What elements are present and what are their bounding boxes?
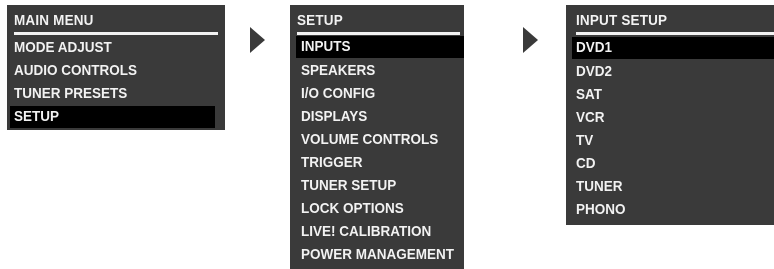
input-setup-menu-title: INPUT SETUP — [576, 12, 668, 29]
setup-menu-item-io-config[interactable]: I/O CONFIG — [301, 83, 384, 105]
input-setup-item-tv[interactable]: TV — [576, 130, 595, 152]
setup-menu-title: SETUP — [297, 12, 343, 29]
setup-menu-item-power-management[interactable]: POWER MANAGEMENT — [301, 244, 471, 266]
input-setup-menu-panel: INPUT SETUP DVD1 DVD2 SAT VCR TV CD TUNE… — [566, 5, 774, 225]
main-menu-panel: MAIN MENU MODE ADJUST AUDIO CONTROLS TUN… — [7, 5, 225, 130]
input-setup-menu-title-rule — [576, 32, 774, 35]
setup-menu-item-displays[interactable]: DISPLAYS — [301, 106, 375, 128]
main-menu-title: MAIN MENU — [14, 12, 94, 29]
setup-menu-item-speakers[interactable]: SPEAKERS — [301, 60, 384, 82]
input-setup-item-phono[interactable]: PHONO — [576, 199, 631, 221]
input-setup-item-vcr[interactable]: VCR — [576, 107, 608, 129]
setup-menu-item-volume-controls[interactable]: VOLUME CONTROLS — [301, 129, 454, 151]
setup-menu-item-tuner-setup[interactable]: TUNER SETUP — [301, 175, 407, 197]
input-setup-item-dvd2[interactable]: DVD2 — [576, 61, 616, 83]
input-setup-item-sat[interactable]: SAT — [576, 84, 605, 106]
triangle-right-icon — [523, 27, 538, 53]
triangle-right-icon — [250, 27, 265, 53]
input-setup-item-dvd1[interactable]: DVD1 — [572, 37, 774, 59]
main-menu-item-mode-adjust[interactable]: MODE ADJUST — [14, 37, 218, 59]
main-menu-item-tuner-presets[interactable]: TUNER PRESETS — [14, 83, 218, 105]
main-menu-title-rule — [14, 32, 218, 35]
input-setup-item-tuner[interactable]: TUNER — [576, 176, 628, 198]
setup-menu-item-trigger[interactable]: TRIGGER — [301, 152, 369, 174]
main-menu-item-setup[interactable]: SETUP — [10, 106, 215, 128]
setup-menu-item-live-calibration[interactable]: LIVE! CALIBRATION — [301, 221, 446, 243]
main-menu-item-audio-controls[interactable]: AUDIO CONTROLS — [14, 60, 218, 82]
setup-menu-item-lock-options[interactable]: LOCK OPTIONS — [301, 198, 415, 220]
input-setup-item-cd[interactable]: CD — [576, 153, 598, 175]
setup-menu-panel: SETUP INPUTS SPEAKERS I/O CONFIG DISPLAY… — [290, 5, 464, 269]
setup-menu-title-rule — [297, 32, 460, 35]
setup-menu-item-inputs[interactable]: INPUTS — [296, 36, 464, 58]
